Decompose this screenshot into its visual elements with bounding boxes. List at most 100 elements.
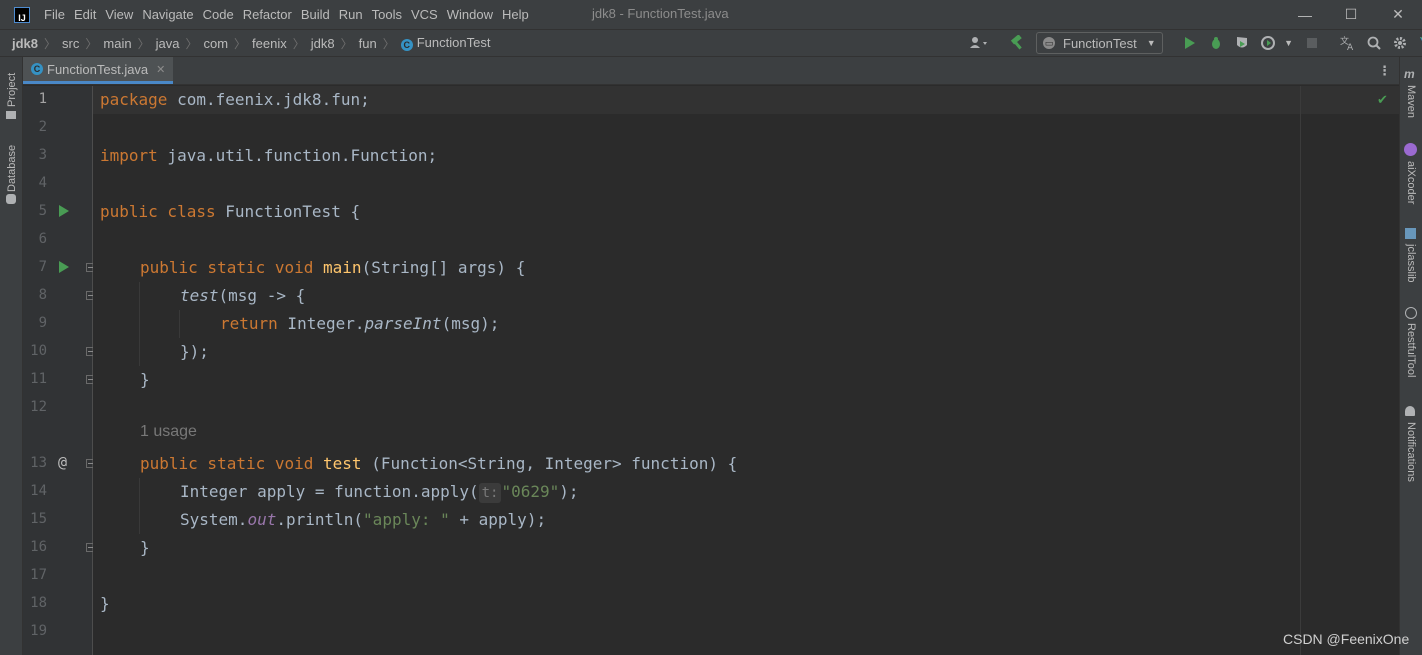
menu-run[interactable]: Run: [339, 7, 363, 22]
stop-icon[interactable]: [1301, 32, 1323, 54]
debug-icon[interactable]: [1205, 32, 1227, 54]
breadcrumb-item[interactable]: C FunctionTest: [400, 35, 491, 51]
gear-icon[interactable]: [1389, 32, 1411, 54]
breadcrumb-item[interactable]: java: [156, 36, 180, 51]
line-number: 9: [38, 315, 47, 331]
menu-view[interactable]: View: [105, 7, 133, 22]
menu-edit[interactable]: Edit: [74, 7, 96, 22]
line-number: 5: [38, 203, 47, 219]
editor-tab-bar: C FunctionTest.java ✕ ⋮: [23, 57, 1399, 85]
menu-vcs[interactable]: VCS: [411, 7, 438, 22]
line-number: 18: [30, 595, 47, 611]
no-problems-check-icon[interactable]: ✔: [1377, 92, 1388, 108]
menu-help[interactable]: Help: [502, 7, 529, 22]
breadcrumb-item[interactable]: jdk8: [311, 36, 335, 51]
menu-window[interactable]: Window: [447, 7, 493, 22]
search-icon[interactable]: [1363, 32, 1385, 54]
breadcrumb-item[interactable]: com: [203, 36, 228, 51]
code-line-7: public static void main(String[] args) {: [140, 258, 526, 277]
breadcrumb-item[interactable]: src: [62, 36, 79, 51]
chevron-right-icon: 〉: [44, 36, 57, 51]
code-line-18: }: [100, 594, 110, 613]
tool-window-jclasslib[interactable]: jclasslib: [1405, 244, 1417, 283]
folder-icon: [6, 111, 16, 119]
line-number: 7: [38, 259, 47, 275]
tab-options-icon[interactable]: ⋮: [1378, 63, 1391, 79]
breadcrumb-label: FunctionTest: [416, 35, 491, 50]
run-with-coverage-icon[interactable]: [1231, 32, 1253, 54]
line-number: 4: [38, 175, 47, 191]
code-line-9: return Integer.parseInt(msg);: [220, 314, 500, 333]
run-main-icon[interactable]: [59, 261, 69, 273]
line-number: 2: [38, 119, 47, 135]
globe-icon: [1405, 307, 1417, 319]
chevron-right-icon: 〉: [234, 36, 247, 51]
build-hammer-icon[interactable]: [1006, 32, 1028, 54]
parameter-name-hint: t:: [478, 483, 502, 503]
code-editor[interactable]: ✔ package com.feenix.jdk8.fun; import ja…: [93, 86, 1399, 655]
maven-icon: m: [1404, 67, 1415, 81]
line-number: 17: [30, 567, 47, 583]
tab-label: FunctionTest.java: [47, 61, 149, 77]
run-config-icon: ▭: [1043, 37, 1055, 49]
line-number: 14: [30, 483, 47, 499]
chevron-right-icon: 〉: [185, 36, 198, 51]
run-class-icon[interactable]: [59, 205, 69, 217]
bell-icon: [1405, 406, 1415, 416]
run-icon[interactable]: [1179, 32, 1201, 54]
menu-file[interactable]: File: [44, 7, 65, 22]
line-number: 1: [38, 91, 47, 107]
profile-icon[interactable]: [1257, 32, 1279, 54]
plugin-logo-icon[interactable]: [1415, 32, 1422, 54]
code-line-16: }: [140, 538, 150, 557]
chevron-down-icon: ▼: [1146, 38, 1156, 48]
menu-tools[interactable]: Tools: [372, 7, 402, 22]
watermark: CSDN @FeenixOne: [1283, 631, 1410, 647]
breadcrumb-item[interactable]: feenix: [252, 36, 287, 51]
line-number: 3: [38, 147, 47, 163]
breadcrumb-item[interactable]: jdk8: [12, 36, 38, 51]
tool-window-restfultool[interactable]: RestfulTool: [1405, 323, 1417, 377]
chevron-right-icon: 〉: [85, 36, 98, 51]
intellij-logo-icon[interactable]: IJ: [14, 6, 30, 23]
tool-window-aixcoder[interactable]: aiXcoder: [1405, 161, 1417, 204]
tool-window-project[interactable]: Project: [6, 73, 18, 107]
right-margin-guide: [1300, 86, 1301, 655]
close-tab-icon[interactable]: ✕: [156, 63, 165, 76]
tool-window-maven[interactable]: Maven: [1405, 85, 1417, 118]
run-configuration-select[interactable]: ▭ FunctionTest ▼: [1036, 32, 1163, 54]
translate-icon[interactable]: 文A: [1337, 32, 1359, 54]
user-account-icon[interactable]: [964, 32, 994, 54]
window-title: jdk8 - FunctionTest.java: [592, 6, 729, 21]
maximize-button[interactable]: ☐: [1328, 0, 1374, 29]
tool-window-database[interactable]: Database: [6, 145, 18, 192]
line-number: 8: [38, 287, 47, 303]
main-toolbar: ▭ FunctionTest ▼ ▼ 文A: [962, 29, 1422, 57]
svg-text:A: A: [1347, 43, 1354, 51]
code-line-1: package com.feenix.jdk8.fun;: [100, 90, 370, 109]
line-number: 13: [30, 455, 47, 471]
indent-guide: [179, 310, 180, 338]
code-line-13: public static void test (Function<String…: [140, 454, 738, 473]
tab-functiontest-java[interactable]: C FunctionTest.java ✕: [23, 57, 174, 84]
breadcrumb-item[interactable]: fun: [359, 36, 377, 51]
right-tool-strip: m Maven aiXcoder jclasslib RestfulTool N…: [1399, 57, 1422, 655]
usage-inlay-hint[interactable]: 1 usage: [140, 423, 197, 441]
tool-window-notifications[interactable]: Notifications: [1405, 422, 1417, 482]
menu-build[interactable]: Build: [301, 7, 330, 22]
code-line-14: Integer apply = function.apply(t: "0629")…: [180, 482, 579, 503]
more-run-options-icon[interactable]: ▼: [1283, 32, 1295, 54]
chevron-right-icon: 〉: [292, 36, 305, 51]
minimize-button[interactable]: —: [1282, 0, 1328, 29]
breadcrumb-item[interactable]: main: [103, 36, 131, 51]
menu-refactor[interactable]: Refactor: [243, 7, 292, 22]
left-tool-strip: Project Database: [0, 57, 23, 655]
menu-code[interactable]: Code: [203, 7, 234, 22]
code-line-15: System.out.println("apply: " + apply);: [180, 510, 547, 529]
indent-guide: [139, 478, 140, 534]
line-number: 16: [30, 539, 47, 555]
annotation-implements-icon[interactable]: @: [58, 453, 67, 471]
menu-navigate[interactable]: Navigate: [142, 7, 193, 22]
close-button[interactable]: ✕: [1375, 0, 1421, 29]
java-class-icon: C: [31, 63, 43, 75]
